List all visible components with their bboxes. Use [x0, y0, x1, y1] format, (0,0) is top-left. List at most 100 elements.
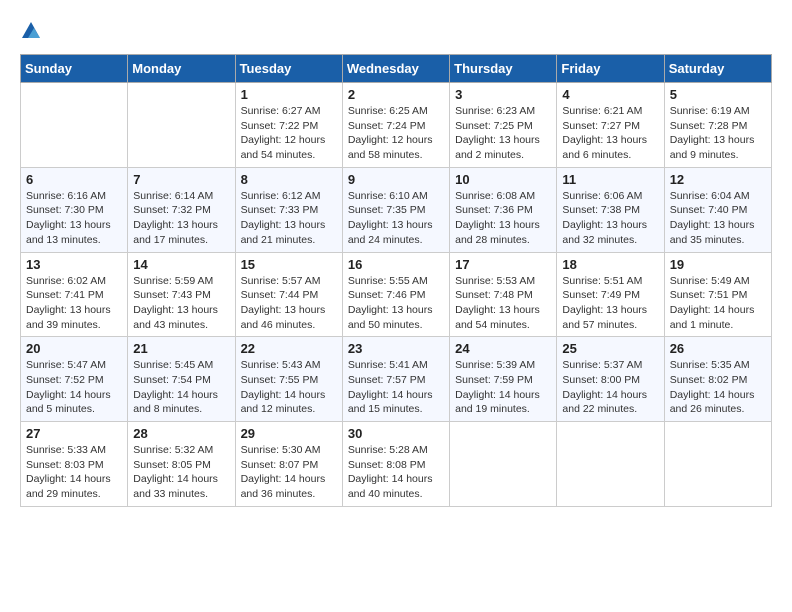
- day-cell: 14 Sunrise: 5:59 AM Sunset: 7:43 PM Dayli…: [128, 252, 235, 337]
- day-number: 7: [133, 172, 229, 187]
- weekday-header-sunday: Sunday: [21, 55, 128, 83]
- day-cell: 26 Sunrise: 5:35 AM Sunset: 8:02 PM Dayli…: [664, 337, 771, 422]
- day-info: Sunrise: 6:06 AM Sunset: 7:38 PM Dayligh…: [562, 189, 658, 248]
- day-cell: 24Sunrise: 5:39 AM Sunset: 7:59 PM Dayli…: [450, 337, 557, 422]
- day-info: Sunrise: 5:41 AM Sunset: 7:57 PM Dayligh…: [348, 358, 444, 417]
- weekday-header-row: SundayMondayTuesdayWednesdayThursdayFrid…: [21, 55, 772, 83]
- day-number: 1: [241, 87, 337, 102]
- day-cell: 13 Sunrise: 6:02 AM Sunset: 7:41 PM Dayli…: [21, 252, 128, 337]
- weekday-header-friday: Friday: [557, 55, 664, 83]
- day-number: 26: [670, 341, 766, 356]
- day-number: 10: [455, 172, 551, 187]
- day-cell: 9 Sunrise: 6:10 AM Sunset: 7:35 PM Daylig…: [342, 167, 449, 252]
- week-row-4: 20 Sunrise: 5:47 AM Sunset: 7:52 PM Dayli…: [21, 337, 772, 422]
- day-cell: 17 Sunrise: 5:53 AM Sunset: 7:48 PM Dayli…: [450, 252, 557, 337]
- weekday-header-thursday: Thursday: [450, 55, 557, 83]
- day-number: 2: [348, 87, 444, 102]
- day-info: Sunrise: 5:45 AM Sunset: 7:54 PM Dayligh…: [133, 358, 229, 417]
- day-info: Sunrise: 6:04 AM Sunset: 7:40 PM Dayligh…: [670, 189, 766, 248]
- day-number: 22: [241, 341, 337, 356]
- page-header: [20, 20, 772, 42]
- day-cell: [664, 422, 771, 507]
- day-cell: 16 Sunrise: 5:55 AM Sunset: 7:46 PM Dayli…: [342, 252, 449, 337]
- day-cell: 2 Sunrise: 6:25 AM Sunset: 7:24 PM Daylig…: [342, 83, 449, 168]
- day-cell: 28 Sunrise: 5:32 AM Sunset: 8:05 PM Dayli…: [128, 422, 235, 507]
- day-number: 27: [26, 426, 122, 441]
- week-row-5: 27 Sunrise: 5:33 AM Sunset: 8:03 PM Dayli…: [21, 422, 772, 507]
- day-info: Sunrise: 5:30 AM Sunset: 8:07 PM Dayligh…: [241, 443, 337, 502]
- day-number: 9: [348, 172, 444, 187]
- day-cell: 6 Sunrise: 6:16 AM Sunset: 7:30 PM Daylig…: [21, 167, 128, 252]
- day-cell: 20 Sunrise: 5:47 AM Sunset: 7:52 PM Dayli…: [21, 337, 128, 422]
- day-number: 11: [562, 172, 658, 187]
- day-cell: [450, 422, 557, 507]
- week-row-2: 6 Sunrise: 6:16 AM Sunset: 7:30 PM Daylig…: [21, 167, 772, 252]
- day-cell: 1 Sunrise: 6:27 AM Sunset: 7:22 PM Daylig…: [235, 83, 342, 168]
- day-info: Sunrise: 5:57 AM Sunset: 7:44 PM Dayligh…: [241, 274, 337, 333]
- day-info: Sunrise: 5:33 AM Sunset: 8:03 PM Dayligh…: [26, 443, 122, 502]
- day-cell: 7 Sunrise: 6:14 AM Sunset: 7:32 PM Daylig…: [128, 167, 235, 252]
- week-row-1: 1 Sunrise: 6:27 AM Sunset: 7:22 PM Daylig…: [21, 83, 772, 168]
- day-info: Sunrise: 6:27 AM Sunset: 7:22 PM Dayligh…: [241, 104, 337, 163]
- day-number: 19: [670, 257, 766, 272]
- weekday-header-monday: Monday: [128, 55, 235, 83]
- day-cell: 19 Sunrise: 5:49 AM Sunset: 7:51 PM Dayli…: [664, 252, 771, 337]
- calendar: SundayMondayTuesdayWednesdayThursdayFrid…: [20, 54, 772, 507]
- day-info: Sunrise: 5:35 AM Sunset: 8:02 PM Dayligh…: [670, 358, 766, 417]
- day-info: Sunrise: 5:55 AM Sunset: 7:46 PM Dayligh…: [348, 274, 444, 333]
- day-cell: [557, 422, 664, 507]
- day-number: 13: [26, 257, 122, 272]
- day-cell: 11 Sunrise: 6:06 AM Sunset: 7:38 PM Dayli…: [557, 167, 664, 252]
- day-info: Sunrise: 5:43 AM Sunset: 7:55 PM Dayligh…: [241, 358, 337, 417]
- day-cell: 29 Sunrise: 5:30 AM Sunset: 8:07 PM Dayli…: [235, 422, 342, 507]
- day-cell: 21 Sunrise: 5:45 AM Sunset: 7:54 PM Dayli…: [128, 337, 235, 422]
- day-info: Sunrise: 5:47 AM Sunset: 7:52 PM Dayligh…: [26, 358, 122, 417]
- day-number: 8: [241, 172, 337, 187]
- day-number: 20: [26, 341, 122, 356]
- day-info: Sunrise: 5:32 AM Sunset: 8:05 PM Dayligh…: [133, 443, 229, 502]
- day-cell: 22 Sunrise: 5:43 AM Sunset: 7:55 PM Dayli…: [235, 337, 342, 422]
- day-number: 15: [241, 257, 337, 272]
- day-number: 5: [670, 87, 766, 102]
- logo-icon: [20, 20, 42, 42]
- day-info: Sunrise: 5:37 AM Sunset: 8:00 PM Dayligh…: [562, 358, 658, 417]
- day-number: 6: [26, 172, 122, 187]
- day-info: Sunrise: 6:19 AM Sunset: 7:28 PM Dayligh…: [670, 104, 766, 163]
- day-number: 17: [455, 257, 551, 272]
- weekday-header-wednesday: Wednesday: [342, 55, 449, 83]
- day-number: 21: [133, 341, 229, 356]
- day-cell: [21, 83, 128, 168]
- day-info: Sunrise: 6:02 AM Sunset: 7:41 PM Dayligh…: [26, 274, 122, 333]
- day-cell: 3 Sunrise: 6:23 AM Sunset: 7:25 PM Daylig…: [450, 83, 557, 168]
- day-cell: 27 Sunrise: 5:33 AM Sunset: 8:03 PM Dayli…: [21, 422, 128, 507]
- day-info: Sunrise: 6:08 AM Sunset: 7:36 PM Dayligh…: [455, 189, 551, 248]
- day-cell: 15 Sunrise: 5:57 AM Sunset: 7:44 PM Dayli…: [235, 252, 342, 337]
- day-number: 14: [133, 257, 229, 272]
- day-info: Sunrise: 6:25 AM Sunset: 7:24 PM Dayligh…: [348, 104, 444, 163]
- day-cell: 30Sunrise: 5:28 AM Sunset: 8:08 PM Dayli…: [342, 422, 449, 507]
- day-cell: 10 Sunrise: 6:08 AM Sunset: 7:36 PM Dayli…: [450, 167, 557, 252]
- weekday-header-tuesday: Tuesday: [235, 55, 342, 83]
- day-cell: 5 Sunrise: 6:19 AM Sunset: 7:28 PM Daylig…: [664, 83, 771, 168]
- day-cell: 23Sunrise: 5:41 AM Sunset: 7:57 PM Dayli…: [342, 337, 449, 422]
- day-cell: 25 Sunrise: 5:37 AM Sunset: 8:00 PM Dayli…: [557, 337, 664, 422]
- day-number: 16: [348, 257, 444, 272]
- day-number: 29: [241, 426, 337, 441]
- day-info: Sunrise: 6:14 AM Sunset: 7:32 PM Dayligh…: [133, 189, 229, 248]
- day-info: Sunrise: 5:49 AM Sunset: 7:51 PM Dayligh…: [670, 274, 766, 333]
- day-info: Sunrise: 5:53 AM Sunset: 7:48 PM Dayligh…: [455, 274, 551, 333]
- day-cell: 18Sunrise: 5:51 AM Sunset: 7:49 PM Dayli…: [557, 252, 664, 337]
- day-info: Sunrise: 6:23 AM Sunset: 7:25 PM Dayligh…: [455, 104, 551, 163]
- day-cell: 8Sunrise: 6:12 AM Sunset: 7:33 PM Daylig…: [235, 167, 342, 252]
- day-number: 3: [455, 87, 551, 102]
- day-number: 30: [348, 426, 444, 441]
- day-number: 28: [133, 426, 229, 441]
- day-info: Sunrise: 5:59 AM Sunset: 7:43 PM Dayligh…: [133, 274, 229, 333]
- day-number: 25: [562, 341, 658, 356]
- day-info: Sunrise: 5:51 AM Sunset: 7:49 PM Dayligh…: [562, 274, 658, 333]
- day-info: Sunrise: 6:21 AM Sunset: 7:27 PM Dayligh…: [562, 104, 658, 163]
- day-info: Sunrise: 6:10 AM Sunset: 7:35 PM Dayligh…: [348, 189, 444, 248]
- day-cell: [128, 83, 235, 168]
- day-cell: 4Sunrise: 6:21 AM Sunset: 7:27 PM Daylig…: [557, 83, 664, 168]
- day-info: Sunrise: 6:16 AM Sunset: 7:30 PM Dayligh…: [26, 189, 122, 248]
